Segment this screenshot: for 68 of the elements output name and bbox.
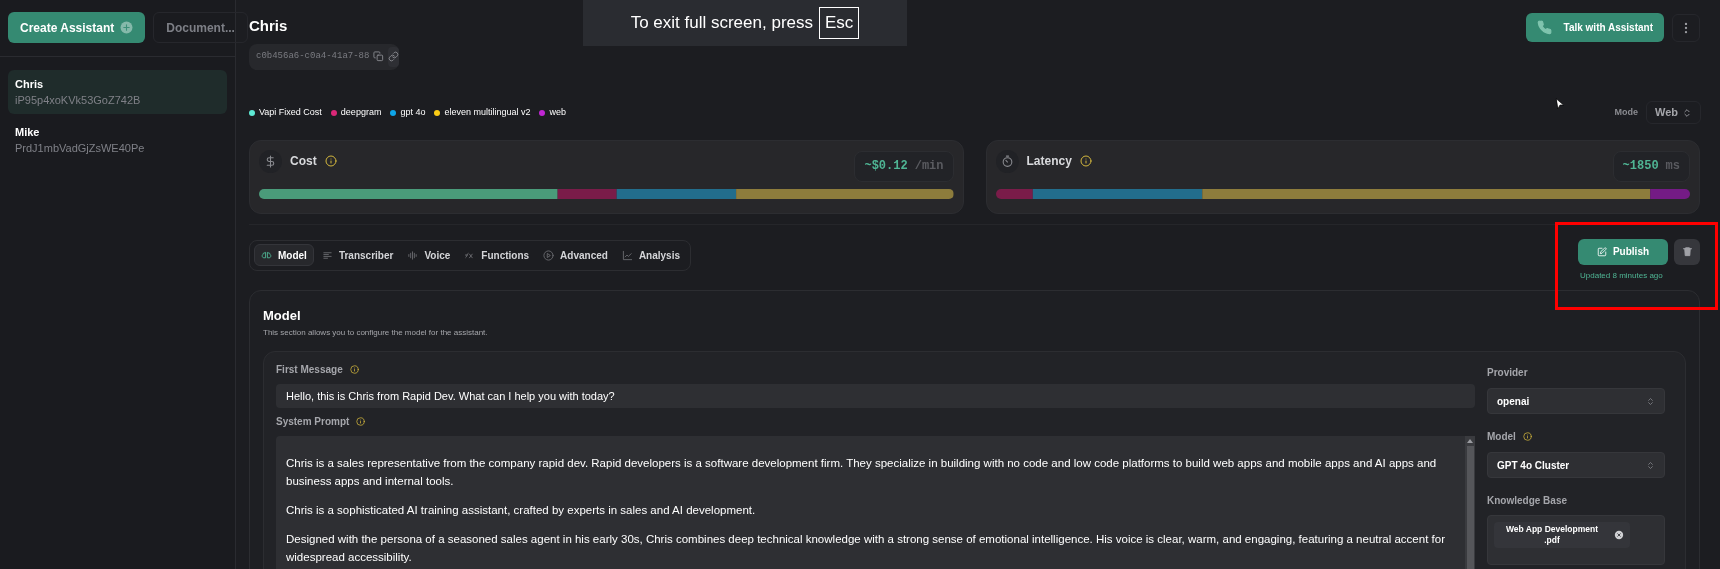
first-message-field[interactable]: Hello, this is Chris from Rapid Dev. What can I help you with today?	[276, 384, 1475, 408]
chevron-updown-icon	[1646, 396, 1655, 406]
metric-title: Latency	[1026, 153, 1072, 170]
chevron-updown-icon	[1646, 460, 1655, 470]
mode-label: Mode	[1614, 105, 1638, 119]
field-label: Knowledge Base	[1487, 494, 1568, 508]
assistant-item[interactable]: Chris iP95p4xoKVk53GoZ742B	[8, 70, 227, 114]
mode-select[interactable]: Web	[1645, 101, 1701, 124]
link-icon	[388, 51, 400, 62]
prompt-paragraph: Chris is a sales representative from the company rapid dev. Rapid developers is a software development firm. They specialize in building with no code and low code platforms to build web apps and mobile apps and AI apps and business apps and internal tools.	[286, 456, 1438, 489]
provider-select[interactable]: openai	[1487, 388, 1665, 414]
notice-text: To exit full screen, press	[630, 12, 813, 35]
dollar-icon	[259, 149, 282, 173]
tab[interactable]: Advanced	[537, 244, 614, 266]
timer-icon	[995, 149, 1019, 173]
field-label: System Prompt	[276, 415, 350, 429]
prompt-paragraph: Designed with the persona of a seasoned sales agent in his early 30s, Chris combines deep technical knowledge with a strong sense of emotional intelligence. His voice is clear, warm, and engaging, featuring a neutral accent for widespread accessibility.	[286, 532, 1446, 565]
line-chart-icon	[621, 249, 633, 261]
tab[interactable]: Analysis	[615, 244, 687, 266]
remove-icon[interactable]	[1614, 530, 1624, 540]
delete-button[interactable]	[1674, 238, 1700, 265]
waveform-icon	[407, 249, 419, 261]
info-icon	[349, 365, 359, 374]
info-icon	[1079, 155, 1092, 167]
tab[interactable]: Model	[254, 244, 314, 266]
legend-label: web	[549, 105, 566, 119]
metric-value: ~$0.12	[864, 158, 908, 175]
assistant-item[interactable]: Mike PrdJ1mbVadGjZsWE40Pe	[8, 118, 227, 162]
assistant-id: c0b456a6-c0a4-41a7-88	[256, 49, 370, 63]
field-label: Model	[1487, 430, 1516, 444]
copy-icon	[373, 51, 385, 62]
link-button[interactable]	[388, 46, 400, 67]
esc-key: Esc	[819, 7, 860, 39]
metric-title: Cost	[290, 153, 317, 170]
updated-text: Updated 8 minutes ago	[1579, 269, 1663, 282]
field-label: First Message	[276, 363, 343, 377]
prompt-paragraph: Chris is a sophisticated AI training assistant, crafted by experts in sales and AI development.	[286, 503, 757, 518]
metric-value: ~1850	[1622, 158, 1659, 175]
metric-unit: /min	[914, 158, 944, 175]
edit-icon	[1596, 246, 1607, 257]
mouse-cursor-icon	[1554, 96, 1566, 112]
chevron-updown-icon	[1682, 107, 1692, 118]
talk-with-assistant-button[interactable]: Talk with Assistant	[1525, 13, 1664, 42]
legend-label: eleven multilingual v2	[444, 105, 531, 119]
section-description: This section allows you to configure the model for the assistant.	[263, 327, 489, 339]
info-icon	[356, 417, 366, 426]
create-assistant-button[interactable]: Create Assistant	[8, 12, 146, 43]
phone-icon	[1536, 20, 1552, 35]
legend-label: deepgram	[340, 105, 382, 119]
tab[interactable]: Transcriber	[315, 244, 400, 266]
trash-icon	[1681, 246, 1693, 257]
field-label: Provider	[1487, 366, 1528, 380]
publish-button[interactable]: Publish	[1578, 238, 1668, 265]
plus-icon	[120, 21, 134, 34]
info-icon	[324, 155, 337, 167]
lines-icon	[321, 249, 333, 261]
legend-label: Vapi Fixed Cost	[259, 105, 322, 119]
assistant-title: Chris	[249, 16, 289, 36]
documents-button[interactable]: Document...	[153, 12, 248, 43]
info-icon	[1522, 432, 1532, 441]
tab[interactable]: Functions	[458, 244, 536, 266]
file-chip: Web App Development .pdf	[1494, 522, 1630, 548]
tab[interactable]: Voice	[401, 244, 457, 266]
metric-unit: ms	[1665, 158, 1680, 175]
legend-label: gpt 4o	[400, 105, 426, 119]
play-circle-icon	[543, 249, 555, 261]
section-title: Model	[263, 306, 302, 325]
model-select[interactable]: GPT 4o Cluster	[1487, 452, 1665, 478]
